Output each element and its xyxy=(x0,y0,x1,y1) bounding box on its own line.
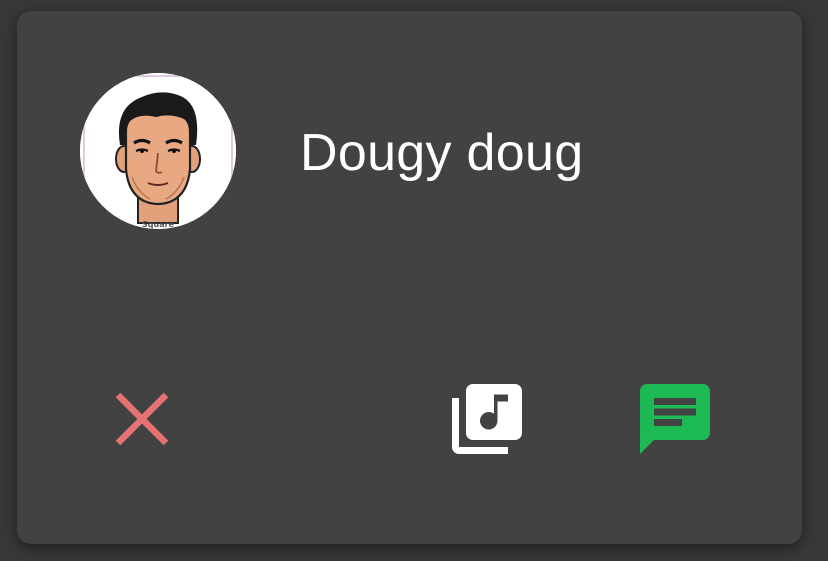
contact-name: Dougy doug xyxy=(300,124,584,182)
contact-avatar[interactable]: Square xyxy=(80,73,236,229)
decline-button[interactable] xyxy=(94,371,190,467)
call-card: Square Dougy doug xyxy=(17,11,802,544)
close-icon xyxy=(115,392,169,446)
message-icon xyxy=(640,384,710,454)
avatar-caption: Square xyxy=(142,220,175,229)
face-illustration: Square xyxy=(80,73,236,229)
music-library-icon xyxy=(452,384,522,454)
music-library-button[interactable] xyxy=(439,371,535,467)
message-button[interactable] xyxy=(627,371,723,467)
